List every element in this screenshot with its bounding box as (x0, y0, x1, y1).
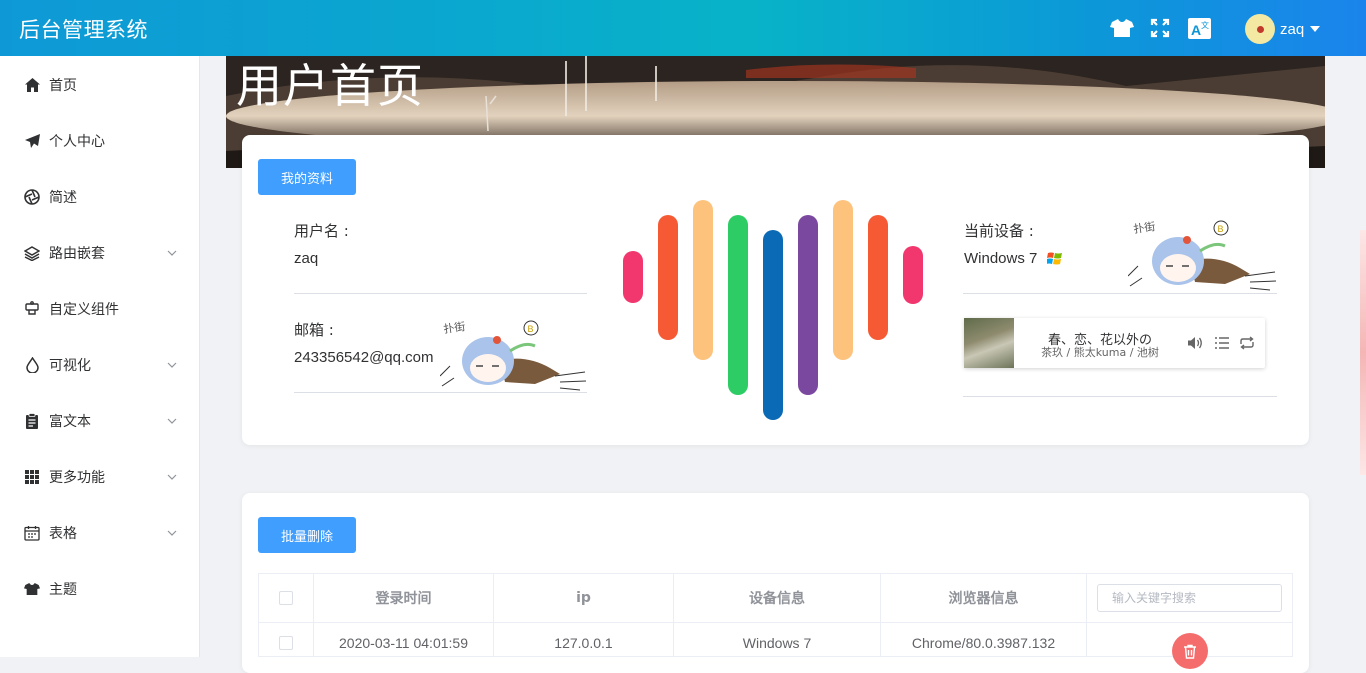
chevron-down-icon (167, 530, 177, 536)
equalizer-bar (763, 230, 783, 420)
sidebar-item-label: 可视化 (49, 358, 91, 374)
drop-icon (24, 357, 40, 373)
tshirt-icon (24, 581, 40, 597)
trash-icon (1184, 644, 1196, 659)
sidebar-item-theme[interactable]: 主题 (0, 561, 199, 617)
svg-text:文: 文 (1201, 20, 1209, 30)
svg-text:扑街: 扑街 (1132, 219, 1156, 236)
sidebar-item-visualization[interactable]: 可视化 (0, 337, 199, 393)
caret-down-icon (1310, 26, 1321, 32)
home-icon (24, 77, 40, 93)
column-header: 登录时间 (314, 574, 494, 623)
avatar (1245, 14, 1275, 44)
sidebar-item-profile[interactable]: 个人中心 (0, 113, 199, 169)
calendar-icon (24, 525, 40, 541)
divider (294, 293, 587, 294)
equalizer-bar (623, 251, 643, 303)
app-title: 后台管理系统 (19, 18, 148, 42)
sidebar-item-nested-routes[interactable]: 路由嵌套 (0, 225, 199, 281)
top-bar: 后台管理系统 A文 zaq (0, 0, 1366, 56)
email-value: 243356542@qq.com (294, 349, 434, 366)
paper-plane-icon (24, 133, 40, 149)
column-header: 设备信息 (674, 574, 881, 623)
sidebar-item-label: 自定义组件 (49, 302, 119, 318)
svg-text:B: B (528, 324, 534, 334)
table-cell: 2020-03-11 04:01:59 (314, 623, 494, 656)
row-checkbox[interactable] (279, 636, 293, 650)
equalizer-bar (798, 215, 818, 395)
divider (963, 293, 1277, 294)
clipboard-icon (24, 413, 40, 429)
chevron-down-icon (167, 474, 177, 480)
chevron-down-icon (167, 418, 177, 424)
aperture-icon (24, 189, 40, 205)
username-value: zaq (294, 250, 319, 267)
volume-icon[interactable] (1187, 335, 1203, 351)
equalizer-bar (833, 200, 853, 360)
email-label: 邮箱 : (294, 321, 334, 339)
user-menu[interactable]: zaq (1245, 14, 1321, 44)
table-cell: Chrome/80.0.3987.132 (881, 623, 1087, 656)
search-input[interactable] (1097, 584, 1282, 612)
song-artist: 茶玖 / 熊太kuma / 池树 (1041, 346, 1159, 359)
layers-icon (24, 245, 40, 261)
sidebar-item-label: 首页 (49, 78, 77, 94)
album-cover[interactable] (964, 318, 1014, 368)
divider (294, 392, 587, 393)
sidebar-item-label: 主题 (49, 582, 77, 598)
sidebar-item-label: 个人中心 (49, 134, 105, 150)
sidebar-item-table[interactable]: 表格 (0, 505, 199, 561)
svg-text:扑街: 扑街 (442, 319, 466, 336)
sidebar-item-label: 更多功能 (49, 470, 105, 486)
chibi-illustration: 扑街 B (1128, 219, 1277, 291)
equalizer-bar (868, 215, 888, 340)
device-value: Windows 7 (964, 250, 1038, 267)
row-select-cell (259, 623, 314, 656)
chevron-down-icon (167, 250, 177, 256)
chevron-down-icon (167, 362, 177, 368)
translate-icon[interactable]: A文 (1187, 17, 1211, 39)
column-header: ip (494, 574, 674, 623)
equalizer-bar (903, 246, 923, 304)
table-cell: Windows 7 (674, 623, 881, 656)
chibi-illustration: 扑街 B (440, 319, 587, 391)
svg-text:A: A (1191, 22, 1201, 38)
sidebar-item-custom-components[interactable]: 自定义组件 (0, 281, 199, 337)
tshirt-icon[interactable] (1110, 17, 1134, 39)
sidebar-item-label: 路由嵌套 (49, 246, 105, 262)
column-header: 浏览器信息 (881, 574, 1087, 623)
sidebar: 首页 个人中心 简述 路由嵌套 自定义组件 可视化 富文本 更多功能 表格 主题 (0, 56, 200, 657)
select-all-cell (259, 574, 314, 623)
page-title: 用户首页 (236, 59, 424, 113)
select-all-checkbox[interactable] (279, 591, 293, 605)
delete-row-button[interactable] (1172, 633, 1208, 669)
equalizer-bar (658, 215, 678, 340)
svg-text:B: B (1218, 224, 1224, 234)
sidebar-item-label: 简述 (49, 190, 77, 206)
sidebar-item-rich-text[interactable]: 富文本 (0, 393, 199, 449)
equalizer-bar (728, 215, 748, 395)
equalizer-bar (693, 200, 713, 360)
device-label: 当前设备 : (964, 222, 1034, 240)
sidebar-item-overview[interactable]: 简述 (0, 169, 199, 225)
table-cell: 127.0.0.1 (494, 623, 674, 656)
fullscreen-icon[interactable] (1148, 17, 1172, 39)
sidebar-item-home[interactable]: 首页 (0, 57, 199, 113)
sidebar-item-label: 表格 (49, 526, 77, 542)
my-profile-button[interactable]: 我的资料 (258, 159, 356, 195)
component-icon (24, 301, 40, 317)
divider (963, 396, 1277, 397)
batch-delete-button[interactable]: 批量删除 (258, 517, 356, 553)
windows-logo-icon (1047, 252, 1062, 265)
user-name: zaq (1280, 20, 1305, 38)
username-label: 用户名 : (294, 222, 349, 240)
sidebar-item-more-features[interactable]: 更多功能 (0, 449, 199, 505)
playlist-icon[interactable] (1214, 335, 1230, 351)
grid-icon (24, 469, 40, 485)
scrollbar-accent (1360, 230, 1366, 475)
sidebar-item-label: 富文本 (49, 414, 91, 430)
loop-icon[interactable] (1239, 335, 1255, 351)
music-player[interactable]: 春、恋、花以外の 茶玖 / 熊太kuma / 池树 (964, 318, 1265, 368)
